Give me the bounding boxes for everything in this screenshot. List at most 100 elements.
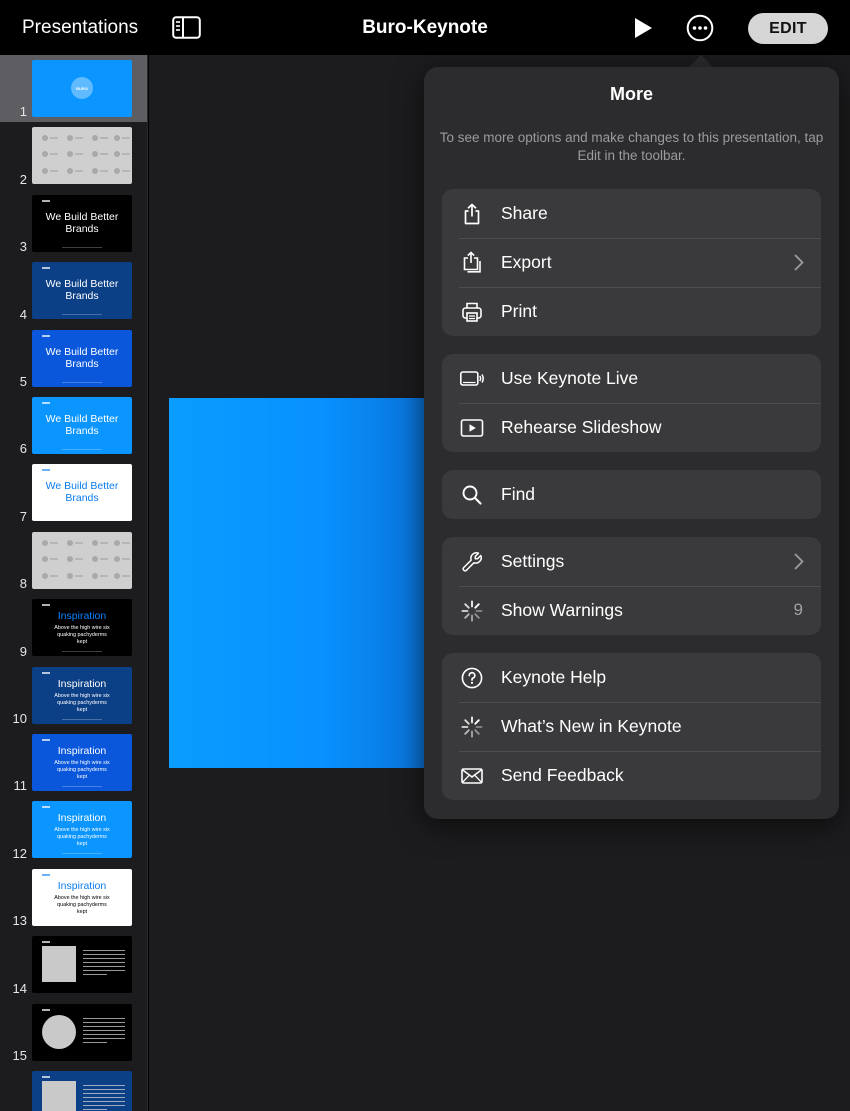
menu-item-print[interactable]: Print bbox=[442, 287, 821, 336]
slide-thumbnail-row[interactable]: 2 bbox=[0, 122, 147, 189]
slide-thumbnail[interactable]: Inspiration Above the high wire six quaki… bbox=[32, 599, 132, 657]
menu-item-label: Print bbox=[501, 301, 537, 321]
thumb-title: Inspiration bbox=[57, 879, 107, 892]
thumb-logo bbox=[42, 469, 50, 472]
menu-item-label: Keynote Help bbox=[501, 667, 607, 687]
slide-number: 8 bbox=[19, 576, 27, 592]
grid-dot bbox=[92, 539, 98, 546]
menu-item-show-warnings[interactable]: Show Warnings 9 bbox=[442, 586, 821, 635]
thumb-footer-line bbox=[62, 449, 102, 450]
thumb-text-line bbox=[83, 950, 125, 952]
grid-dot bbox=[67, 135, 73, 142]
thumb-text-line bbox=[83, 1093, 125, 1095]
slide-thumbnail[interactable]: Inspiration Above the high wire six quaki… bbox=[32, 868, 132, 926]
slide-thumbnail[interactable] bbox=[32, 1003, 132, 1061]
play-icon[interactable] bbox=[632, 16, 654, 40]
slide-thumbnail[interactable]: Inspiration Above the high wire six quaki… bbox=[32, 666, 132, 724]
menu-item-rehearse-slideshow[interactable]: Rehearse Slideshow bbox=[442, 403, 821, 452]
slide-number: 9 bbox=[19, 643, 27, 659]
slide-thumbnail-row[interactable]: 3 We Build Better Brands bbox=[0, 190, 147, 257]
thumb-logo bbox=[42, 1076, 50, 1078]
menu-group: Find bbox=[442, 470, 821, 519]
thumb-photo-placeholder bbox=[42, 1014, 76, 1049]
menu-item-label: Share bbox=[501, 203, 548, 223]
current-slide[interactable] bbox=[169, 398, 426, 768]
slide-thumbnail-row[interactable]: 9 Inspiration Above the high wire six quak… bbox=[0, 594, 147, 661]
slide-thumbnail[interactable]: We Build Better Brands bbox=[32, 262, 132, 320]
rehearse-icon bbox=[460, 419, 484, 437]
grid-dash bbox=[75, 574, 83, 577]
slide-thumbnail-row[interactable]: 15 bbox=[0, 999, 147, 1066]
slide-thumbnail-row[interactable]: 4 We Build Better Brands bbox=[0, 257, 147, 324]
menu-item-keynote-help[interactable]: Keynote Help bbox=[442, 653, 821, 702]
slide-thumbnail[interactable]: Inspiration Above the high wire six quaki… bbox=[32, 734, 132, 791]
slide-thumbnail-row[interactable]: 10 Inspiration Above the high wire six qua… bbox=[0, 662, 147, 729]
menu-item-find[interactable]: Find bbox=[442, 470, 821, 519]
menu-item-settings[interactable]: Settings bbox=[442, 537, 821, 586]
slide-thumbnail[interactable]: We Build Better Brands bbox=[32, 329, 132, 387]
thumb-logo bbox=[42, 604, 50, 607]
grid-dot bbox=[114, 168, 120, 175]
slide-thumbnail-row[interactable]: 6 We Build Better Brands bbox=[0, 392, 147, 459]
thumb-logo bbox=[42, 873, 50, 876]
grid-dash bbox=[122, 557, 130, 560]
grid-dash bbox=[50, 574, 58, 577]
slide-number: 2 bbox=[19, 171, 27, 187]
grid-dot bbox=[92, 151, 98, 158]
slide-thumbnail[interactable] bbox=[32, 1071, 132, 1111]
slide-thumbnail-row[interactable]: 7 We Build Better Brands bbox=[0, 459, 147, 526]
slide-number: 14 bbox=[12, 980, 27, 996]
slide-thumbnail-row[interactable]: 11 Inspiration Above the high wire six qua… bbox=[0, 729, 147, 796]
presentations-back-button[interactable]: Presentations bbox=[22, 17, 138, 39]
grid-dot bbox=[42, 539, 48, 546]
edit-button[interactable]: EDIT bbox=[748, 13, 828, 44]
slide-thumbnail[interactable]: Inspiration Above the high wire six quaki… bbox=[32, 801, 132, 859]
thumb-footer-line bbox=[62, 786, 102, 787]
slide-thumbnail-row[interactable]: 12 Inspiration Above the high wire six qua… bbox=[0, 796, 147, 863]
slide-thumbnail[interactable] bbox=[32, 531, 132, 589]
grid-dot bbox=[42, 572, 48, 579]
grid-dot bbox=[67, 168, 73, 175]
slide-thumbnail-row[interactable]: 14 bbox=[0, 931, 147, 998]
more-options-icon[interactable] bbox=[686, 14, 714, 42]
thumb-text-line bbox=[83, 1033, 125, 1035]
menu-group: Share Export Print bbox=[442, 189, 821, 336]
thumb-title: We Build Better Brands bbox=[45, 210, 119, 235]
grid-dash bbox=[75, 153, 83, 156]
slide-thumbnail[interactable]: BURO bbox=[32, 60, 132, 117]
menu-item-whats-new-in-keynote[interactable]: What’s New in Keynote bbox=[442, 702, 821, 751]
menu-item-share[interactable]: Share bbox=[442, 189, 821, 238]
slide-thumbnail[interactable]: We Build Better Brands bbox=[32, 194, 132, 252]
grid-dash bbox=[75, 137, 83, 140]
menu-item-label: Export bbox=[501, 252, 552, 272]
thumb-text-line bbox=[83, 970, 125, 972]
grid-dash bbox=[100, 574, 108, 577]
thumb-photo-placeholder bbox=[42, 946, 76, 983]
slide-thumbnail-row[interactable]: 1 BURO bbox=[0, 55, 147, 123]
slide-thumbnail[interactable] bbox=[32, 127, 132, 185]
slide-thumbnail[interactable] bbox=[32, 936, 132, 994]
slide-thumbnail-row[interactable]: 8 bbox=[0, 527, 147, 594]
slide-thumbnail-row[interactable]: 5 We Build Better Brands bbox=[0, 325, 147, 392]
keynote-live-icon bbox=[460, 371, 484, 386]
menu-item-use-keynote-live[interactable]: Use Keynote Live bbox=[442, 354, 821, 403]
slide-thumbnail-row[interactable]: 16 bbox=[0, 1066, 147, 1111]
slide-navigator: 1 BURO 2 3 We Build Better Brands 4 We Build B… bbox=[0, 55, 148, 1111]
slide-thumbnail[interactable]: We Build Better Brands bbox=[32, 397, 132, 454]
sidebar-toggle-icon[interactable] bbox=[172, 16, 201, 39]
grid-dot bbox=[114, 151, 120, 158]
grid-dash bbox=[100, 137, 108, 140]
menu-item-label: Rehearse Slideshow bbox=[501, 417, 662, 437]
grid-dash bbox=[100, 170, 108, 173]
grid-dot bbox=[92, 168, 98, 175]
thumb-title: We Build Better Brands bbox=[45, 413, 119, 437]
slide-number: 12 bbox=[12, 845, 27, 861]
menu-group: Settings Show Warnings 9 bbox=[442, 537, 821, 635]
thumb-logo bbox=[42, 199, 50, 202]
menu-item-export[interactable]: Export bbox=[442, 238, 821, 287]
grid-dot bbox=[92, 555, 98, 562]
menu-item-send-feedback[interactable]: Send Feedback bbox=[442, 751, 821, 800]
thumb-text-line bbox=[83, 954, 125, 956]
slide-thumbnail[interactable]: We Build Better Brands bbox=[32, 464, 132, 522]
slide-thumbnail-row[interactable]: 13 Inspiration Above the high wire six qua… bbox=[0, 864, 147, 931]
